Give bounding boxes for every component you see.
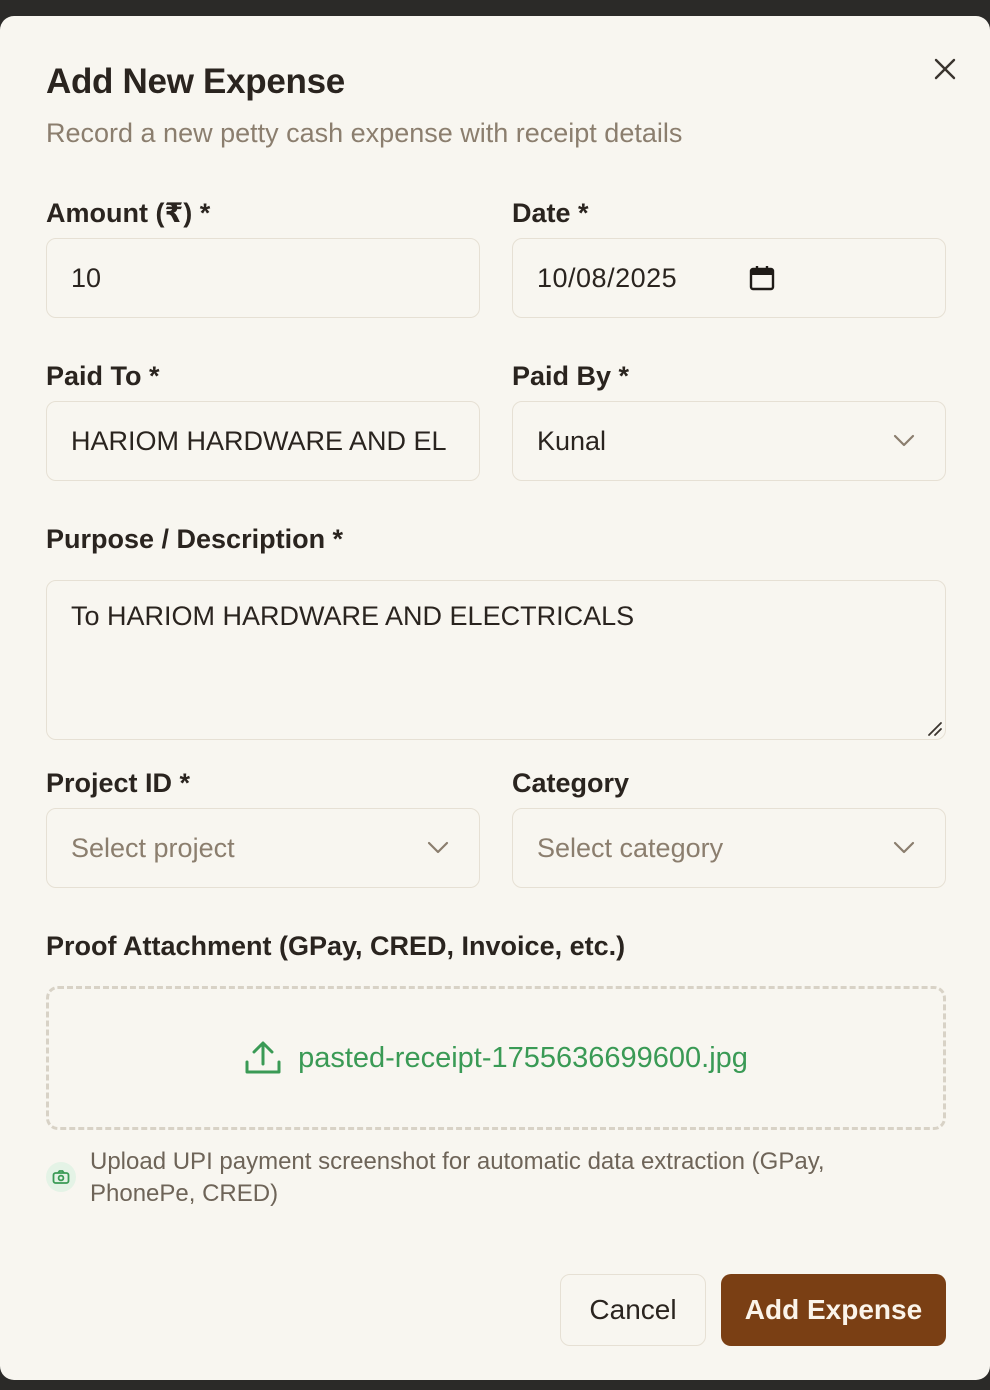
chevron-down-icon [425, 835, 451, 861]
close-button[interactable] [928, 52, 962, 86]
camera-icon [46, 1162, 76, 1192]
date-input[interactable]: 10/08/2025 [512, 238, 946, 318]
calendar-icon[interactable] [749, 265, 775, 291]
paid-by-value: Kunal [537, 425, 607, 456]
date-value: 10/08/2025 [537, 262, 678, 293]
attachment-dropzone[interactable]: pasted-receipt-1755636699600.jpg [46, 986, 946, 1130]
category-placeholder: Select category [537, 832, 724, 863]
amount-value: 10 [71, 262, 102, 293]
date-label: Date * [512, 198, 589, 228]
attachment-filename: pasted-receipt-1755636699600.jpg [298, 1041, 748, 1074]
purpose-label: Purpose / Description * [46, 524, 344, 554]
project-select[interactable]: Select project [46, 808, 480, 888]
amount-label: Amount (₹) * [46, 198, 211, 228]
add-expense-dialog: Add New Expense Record a new petty cash … [0, 16, 990, 1380]
project-placeholder: Select project [71, 832, 235, 863]
purpose-value: To HARIOM HARDWARE AND ELECTRICALS [71, 601, 635, 631]
dialog-title: Add New Expense [46, 62, 345, 101]
chevron-down-icon [891, 428, 917, 454]
category-label: Category [512, 768, 630, 798]
close-icon [934, 58, 956, 80]
chevron-down-icon [891, 835, 917, 861]
paid-to-label: Paid To * [46, 361, 160, 391]
attachment-label: Proof Attachment (GPay, CRED, Invoice, e… [46, 931, 626, 961]
resize-handle-icon[interactable] [925, 719, 943, 737]
purpose-textarea[interactable]: To HARIOM HARDWARE AND ELECTRICALS [46, 580, 946, 740]
attachment-hint: Upload UPI payment screenshot for automa… [90, 1148, 825, 1207]
project-label: Project ID * [46, 768, 191, 798]
category-select[interactable]: Select category [512, 808, 946, 888]
dialog-subtitle: Record a new petty cash expense with rec… [46, 118, 683, 148]
upload-icon [245, 1041, 281, 1074]
amount-input[interactable]: 10 [46, 238, 480, 318]
paid-by-select[interactable]: Kunal [512, 401, 946, 481]
paid-by-label: Paid By * [512, 361, 630, 391]
paid-to-input[interactable]: HARIOM HARDWARE AND EL [46, 401, 480, 481]
paid-to-value: HARIOM HARDWARE AND EL [71, 425, 447, 456]
add-expense-button[interactable]: Add Expense [721, 1274, 946, 1346]
cancel-button[interactable]: Cancel [560, 1274, 706, 1346]
